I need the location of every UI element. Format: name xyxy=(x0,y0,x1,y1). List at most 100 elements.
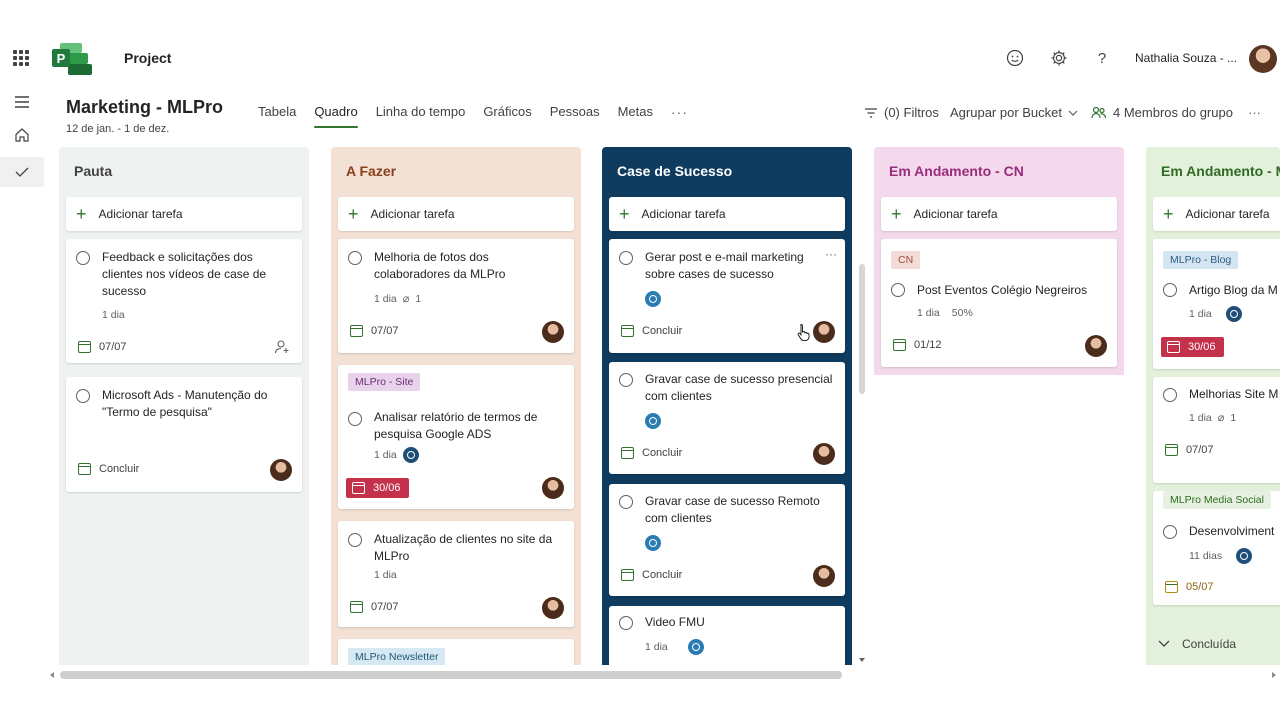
add-task-button[interactable]: + Adicionar tarefa xyxy=(881,197,1117,231)
bucket-title[interactable]: Pauta xyxy=(74,163,112,179)
hamburger-menu-icon[interactable] xyxy=(10,90,34,114)
group-members-label: 4 Membros do grupo xyxy=(1113,105,1233,120)
task-card[interactable]: Feedback e solicitações dos clientes nos… xyxy=(66,239,302,363)
task-card[interactable]: Gerar post e e-mail marketing sobre case… xyxy=(609,239,845,353)
user-name[interactable]: Nathalia Souza - ... xyxy=(1135,51,1237,65)
complete-task-circle[interactable] xyxy=(76,389,90,403)
mouse-cursor-icon xyxy=(797,323,811,346)
group-members-button[interactable]: 4 Membros do grupo xyxy=(1091,105,1233,120)
complete-task-circle[interactable] xyxy=(891,283,905,297)
task-title: Artigo Blog da M xyxy=(1189,283,1278,297)
task-card[interactable]: Melhorias Site M 1 dia ⌀ 1 07/07 xyxy=(1153,377,1280,483)
bucket-pauta: Pauta + Adicionar tarefa Feedback e solic… xyxy=(59,147,309,665)
settings-gear-icon[interactable] xyxy=(1049,48,1069,68)
add-task-label: Adicionar tarefa xyxy=(1185,207,1270,221)
task-card[interactable]: CN Post Eventos Colégio Negreiros 1 dia … xyxy=(881,239,1117,367)
bucket-title[interactable]: A Fazer xyxy=(346,163,396,179)
assignee-avatar[interactable] xyxy=(270,459,292,481)
assigned-to-me-icon xyxy=(687,639,704,655)
complete-task-circle[interactable] xyxy=(619,251,633,265)
complete-task-circle[interactable] xyxy=(76,251,90,265)
board-horizontal-scrollbar[interactable] xyxy=(44,668,1280,680)
task-duration: 1 dia xyxy=(374,569,397,581)
completed-tasks-toggle[interactable]: Concluída xyxy=(1158,637,1236,651)
plan-title[interactable]: Marketing - MLPro xyxy=(66,97,223,118)
help-question-icon[interactable]: ? xyxy=(1092,48,1112,68)
complete-task-circle[interactable] xyxy=(348,412,362,426)
add-task-button[interactable]: + Adicionar tarefa xyxy=(338,197,574,231)
task-card[interactable]: MLPro Newsletter xyxy=(338,639,574,665)
bucket-title[interactable]: Em Andamento - CN xyxy=(889,163,1024,179)
task-due-date: 07/07 xyxy=(350,325,399,337)
task-card[interactable]: Gravar case de sucesso presencial com cl… xyxy=(609,362,845,474)
bucket-title[interactable]: Em Andamento - M xyxy=(1161,163,1280,179)
tab-pessoas[interactable]: Pessoas xyxy=(550,104,600,130)
task-card[interactable]: Microsoft Ads - Manutenção do "Termo de … xyxy=(66,377,302,492)
task-card[interactable]: Melhoria de fotos dos colaboradores da M… xyxy=(338,239,574,353)
tab-quadro[interactable]: Quadro xyxy=(314,104,359,130)
tab-metas[interactable]: Metas xyxy=(618,104,653,130)
task-card[interactable]: MLPro Media Social Desenvolviment 11 dia… xyxy=(1153,491,1280,605)
task-card[interactable]: Video FMU 1 dia xyxy=(609,606,845,665)
task-duration: 1 dia xyxy=(102,309,125,321)
task-meta xyxy=(645,535,661,551)
tab-tabela[interactable]: Tabela xyxy=(258,104,296,130)
completed-label: Concluída xyxy=(1182,637,1237,651)
task-title: Desenvolviment xyxy=(1189,524,1275,538)
assignee-avatar[interactable] xyxy=(813,565,835,587)
app-launcher-icon[interactable] xyxy=(13,50,29,66)
complete-task-circle[interactable] xyxy=(619,495,633,509)
complete-task-circle[interactable] xyxy=(619,616,633,630)
task-card[interactable]: MLPro - Blog Artigo Blog da M 1 dia 30/0… xyxy=(1153,239,1280,369)
complete-task-circle[interactable] xyxy=(619,373,633,387)
add-task-label: Adicionar tarefa xyxy=(98,207,183,221)
checklist-icon xyxy=(78,463,91,475)
task-meta: 1 dia xyxy=(374,447,419,463)
assignee-avatar[interactable] xyxy=(542,477,564,499)
task-title: Video FMU xyxy=(645,615,705,629)
calendar-icon xyxy=(350,601,363,613)
feedback-smiley-icon[interactable] xyxy=(1005,48,1025,68)
tab-linha-do-tempo[interactable]: Linha do tempo xyxy=(376,104,466,130)
tabs-more-icon[interactable]: ··· xyxy=(671,104,688,130)
add-task-button[interactable]: + Adicionar tarefa xyxy=(609,197,845,231)
task-footer: Concluir xyxy=(78,463,139,475)
bucket-scrollbar[interactable] xyxy=(857,240,867,665)
complete-task-circle[interactable] xyxy=(348,251,362,265)
add-task-button[interactable]: + Adicionar tarefa xyxy=(66,197,302,231)
task-title: Gravar case de sucesso Remoto com client… xyxy=(645,494,820,525)
filters-button[interactable]: (0) Filtros xyxy=(864,105,939,120)
bucket-em-andamento-cn: Em Andamento - CN + Adicionar tarefa CN P… xyxy=(874,147,1124,375)
assignee-avatar[interactable] xyxy=(542,597,564,619)
assignee-avatar[interactable] xyxy=(813,321,835,343)
task-card[interactable]: Atualização de clientes no site da MLPro… xyxy=(338,521,574,627)
add-person-icon[interactable] xyxy=(274,339,290,360)
app-name[interactable]: Project xyxy=(124,50,171,66)
user-avatar[interactable] xyxy=(1249,45,1277,73)
overdue-date-badge: 30/06 xyxy=(1161,337,1224,357)
home-icon[interactable] xyxy=(10,123,34,147)
checklist-icon xyxy=(621,447,634,459)
tab-graficos[interactable]: Gráficos xyxy=(483,104,531,130)
assignee-avatar[interactable] xyxy=(542,321,564,343)
task-card[interactable]: Gravar case de sucesso Remoto com client… xyxy=(609,484,845,596)
complete-task-circle[interactable] xyxy=(1163,525,1177,539)
task-card[interactable]: MLPro - Site Analisar relatório de termo… xyxy=(338,365,574,509)
header-more-icon[interactable]: ··· xyxy=(1248,105,1261,120)
assigned-to-me-icon xyxy=(402,447,419,463)
card-more-icon[interactable]: ··· xyxy=(825,247,837,261)
assignee-avatar[interactable] xyxy=(813,443,835,465)
complete-task-circle[interactable] xyxy=(1163,283,1177,297)
add-task-button[interactable]: + Adicionar tarefa xyxy=(1153,197,1280,231)
add-task-label: Adicionar tarefa xyxy=(370,207,455,221)
task-meta xyxy=(645,413,661,429)
complete-task-circle[interactable] xyxy=(1163,388,1177,402)
assignee-avatar[interactable] xyxy=(1085,335,1107,357)
complete-task-circle[interactable] xyxy=(348,533,362,547)
members-icon xyxy=(1091,106,1107,118)
assigned-to-me-icon xyxy=(645,291,661,307)
bucket-title[interactable]: Case de Sucesso xyxy=(617,163,732,179)
task-footer: Concluir xyxy=(621,325,682,337)
group-by-button[interactable]: Agrupar por Bucket xyxy=(950,105,1078,120)
my-tasks-check-icon[interactable] xyxy=(10,160,34,184)
